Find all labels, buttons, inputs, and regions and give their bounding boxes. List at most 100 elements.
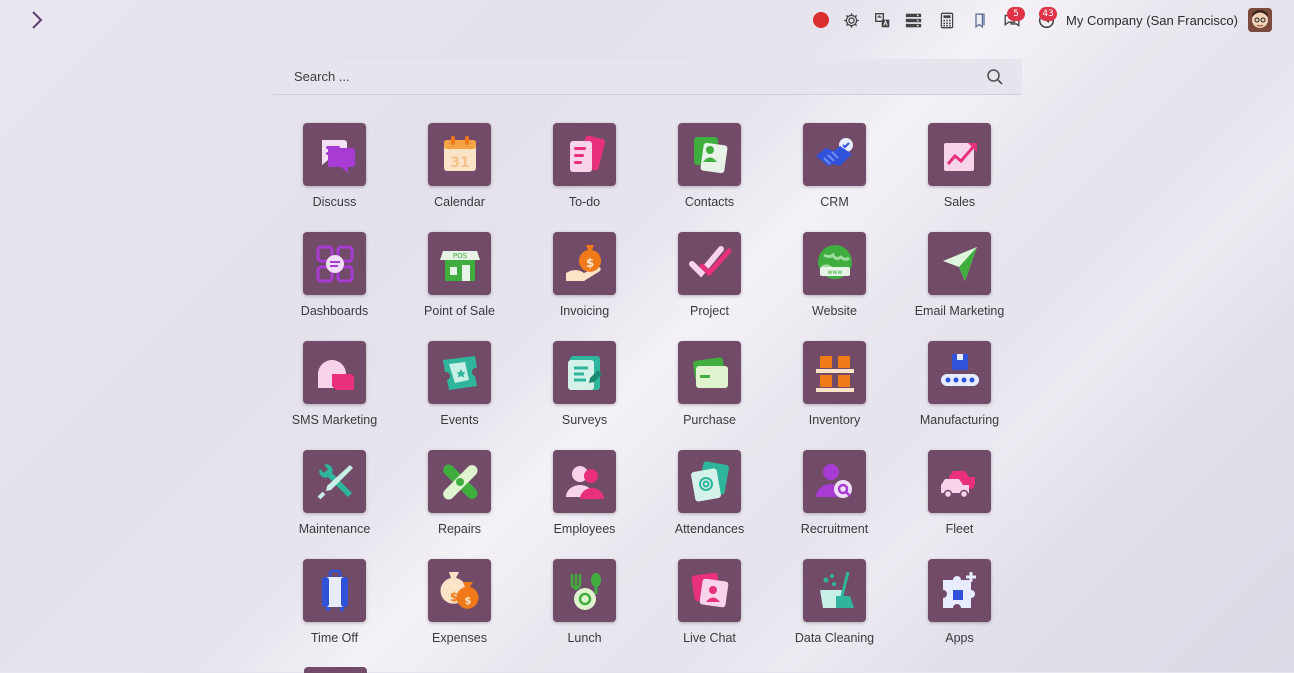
app-crm[interactable]: CRM: [772, 123, 897, 213]
app-label: Point of Sale: [424, 304, 495, 318]
calculator-icon: [940, 12, 954, 28]
company-switcher[interactable]: My Company (San Francisco): [1066, 13, 1238, 28]
settings-button[interactable]: [834, 8, 868, 32]
app-fleet[interactable]: Fleet: [897, 450, 1022, 540]
server-stack-icon: [905, 13, 921, 27]
app-label: Purchase: [683, 413, 736, 427]
svg-text:$: $: [449, 590, 457, 604]
app-grid: Discuss 31 Calendar To-do Contacts CRM S…: [272, 123, 1022, 649]
app-todo[interactable]: To-do: [522, 123, 647, 213]
app-expenses[interactable]: $ $ Expenses: [397, 559, 522, 649]
app-label: Apps: [945, 631, 974, 645]
svg-text:$: $: [464, 596, 471, 607]
app-label: Lunch: [567, 631, 602, 645]
app-label: To-do: [568, 195, 601, 209]
app-lunch[interactable]: Lunch: [522, 559, 647, 649]
calendar-icon: 31: [428, 123, 491, 186]
search-bar[interactable]: [272, 59, 1022, 95]
app-purchase[interactable]: Purchase: [647, 341, 772, 431]
discuss-icon: [303, 123, 366, 186]
app-maintenance[interactable]: Maintenance: [272, 450, 397, 540]
app-sales[interactable]: Sales: [897, 123, 1022, 213]
app-label: Events: [440, 413, 479, 427]
purchase-icon: [678, 341, 741, 404]
search-icon[interactable]: [986, 68, 1004, 86]
recording-indicator[interactable]: [808, 8, 834, 32]
app-point-of-sale[interactable]: POS Point of Sale: [397, 232, 522, 322]
surveys-icon: [553, 341, 616, 404]
svg-text:31: 31: [450, 155, 469, 171]
app-employees[interactable]: Employees: [522, 450, 647, 540]
app-label: Recruitment: [800, 522, 869, 536]
app-label: Dashboards: [300, 304, 369, 318]
search-input[interactable]: [272, 59, 972, 94]
maintenance-icon: [303, 450, 366, 513]
app-label: Contacts: [684, 195, 735, 209]
live-chat-icon: [678, 559, 741, 622]
app-label: Maintenance: [298, 522, 371, 536]
activities-button[interactable]: 43: [1028, 7, 1064, 32]
events-icon: [428, 341, 491, 404]
translate-icon: [874, 12, 889, 27]
app-discuss[interactable]: Discuss: [272, 123, 397, 213]
contacts-icon: [678, 123, 741, 186]
app-label: Fleet: [945, 522, 974, 536]
bookmark-button[interactable]: [964, 8, 996, 32]
app-label: Manufacturing: [919, 413, 1000, 427]
inventory-icon: [803, 341, 866, 404]
fleet-icon: [928, 450, 991, 513]
app-website[interactable]: www Website: [772, 232, 897, 322]
app-label: Employees: [553, 522, 616, 536]
app-dashboards[interactable]: Dashboards: [272, 232, 397, 322]
app-time-off[interactable]: Time Off: [272, 559, 397, 649]
point-of-sale-icon: POS: [428, 232, 491, 295]
app-repairs[interactable]: Repairs: [397, 450, 522, 540]
app-project[interactable]: Project: [647, 232, 772, 322]
app-live-chat[interactable]: Live Chat: [647, 559, 772, 649]
language-switcher[interactable]: [868, 8, 896, 32]
app-email-marketing[interactable]: Email Marketing: [897, 232, 1022, 322]
invoicing-icon: $: [553, 232, 616, 295]
app-label: Sales: [943, 195, 976, 209]
app-apps[interactable]: Apps: [897, 559, 1022, 649]
calculator-button[interactable]: [930, 8, 964, 32]
app-label: Website: [812, 304, 857, 318]
recruitment-icon: [803, 450, 866, 513]
app-label: Inventory: [808, 413, 861, 427]
email-marketing-icon: [928, 232, 991, 295]
app-label: Time Off: [310, 631, 359, 645]
activities-count-badge: 43: [1039, 7, 1058, 21]
app-label: Repairs: [437, 522, 482, 536]
chevron-right-icon[interactable]: [26, 9, 48, 31]
top-navbar: 5 43 My Company (San Francisco): [0, 0, 1294, 40]
project-icon: [678, 232, 741, 295]
app-data-cleaning[interactable]: Data Cleaning: [772, 559, 897, 649]
user-avatar[interactable]: [1248, 8, 1272, 32]
app-calendar[interactable]: 31 Calendar: [397, 123, 522, 213]
app-sms-marketing[interactable]: SMS Marketing: [272, 341, 397, 431]
svg-text:$: $: [585, 256, 593, 270]
bookmark-icon: [975, 12, 985, 28]
sms-marketing-icon: [303, 341, 366, 404]
app-tile-partial[interactable]: [304, 667, 367, 673]
app-events[interactable]: Events: [397, 341, 522, 431]
employees-icon: [553, 450, 616, 513]
app-label: Invoicing: [559, 304, 610, 318]
app-attendances[interactable]: Attendances: [647, 450, 772, 540]
app-invoicing[interactable]: $ Invoicing: [522, 232, 647, 322]
app-label: Calendar: [434, 195, 485, 209]
lunch-icon: [553, 559, 616, 622]
app-contacts[interactable]: Contacts: [647, 123, 772, 213]
app-recruitment[interactable]: Recruitment: [772, 450, 897, 540]
data-cleaning-icon: [803, 559, 866, 622]
app-manufacturing[interactable]: Manufacturing: [897, 341, 1022, 431]
app-label: Data Cleaning: [794, 631, 875, 645]
record-dot-icon: [813, 12, 830, 28]
app-label: Attendances: [674, 522, 745, 536]
app-inventory[interactable]: Inventory: [772, 341, 897, 431]
app-surveys[interactable]: Surveys: [522, 341, 647, 431]
messages-button[interactable]: 5: [996, 7, 1028, 32]
database-switcher[interactable]: [896, 8, 930, 32]
svg-text:www: www: [827, 269, 842, 276]
messages-count-badge: 5: [1007, 7, 1026, 21]
